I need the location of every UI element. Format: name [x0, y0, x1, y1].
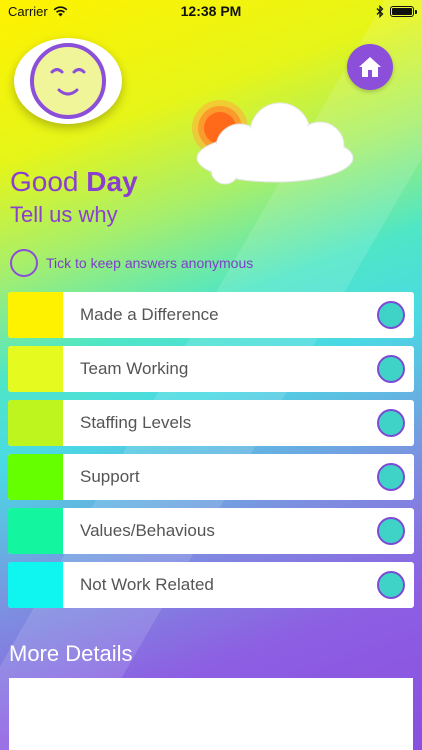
title-mood: Day — [86, 166, 138, 197]
reason-checkbox[interactable] — [377, 409, 405, 437]
reason-checkbox[interactable] — [377, 517, 405, 545]
status-bar: Carrier 12:38 PM — [0, 0, 422, 22]
reason-checkbox[interactable] — [377, 355, 405, 383]
reason-color-swatch — [8, 454, 63, 500]
smiley-face-icon — [30, 43, 106, 119]
reason-checkbox[interactable] — [377, 571, 405, 599]
anonymous-label: Tick to keep answers anonymous — [46, 255, 254, 271]
reason-item-not-work-related[interactable]: Not Work Related — [8, 562, 414, 608]
more-details-heading: More Details — [9, 641, 133, 666]
reason-label: Support — [80, 467, 140, 486]
reason-label: Staffing Levels — [80, 413, 192, 432]
reason-color-swatch — [8, 400, 63, 446]
page-title: Good Day — [10, 166, 138, 198]
reason-color-swatch — [8, 346, 63, 392]
reason-color-swatch — [8, 292, 63, 338]
status-right — [376, 4, 417, 18]
reason-checkbox[interactable] — [377, 301, 405, 329]
anonymous-checkbox[interactable] — [10, 249, 38, 277]
reason-label: Not Work Related — [80, 575, 214, 594]
title-prefix: Good — [10, 166, 79, 197]
more-details-textarea[interactable] — [9, 678, 413, 750]
bluetooth-icon — [376, 4, 384, 18]
reason-color-swatch — [8, 562, 63, 608]
home-button[interactable] — [347, 44, 393, 90]
battery-icon — [390, 5, 417, 17]
reason-label: Team Working — [80, 359, 189, 378]
reason-color-swatch — [8, 508, 63, 554]
anonymous-toggle[interactable]: Tick to keep answers anonymous — [10, 249, 253, 277]
reason-item-staffing-levels[interactable]: Staffing Levels — [8, 400, 414, 446]
mood-badge — [14, 38, 122, 124]
reason-item-support[interactable]: Support — [8, 454, 414, 500]
reason-item-made-a-difference[interactable]: Made a Difference — [8, 292, 414, 338]
reason-item-values-behaviours[interactable]: Values/Behavious — [8, 508, 414, 554]
carrier-label: Carrier — [8, 3, 48, 19]
sun-behind-cloud-icon — [192, 100, 354, 185]
reason-item-team-working[interactable]: Team Working — [8, 346, 414, 392]
reason-label: Values/Behavious — [80, 521, 215, 540]
page-subtitle: Tell us why — [10, 202, 118, 227]
status-left: Carrier — [8, 4, 68, 19]
reason-checkbox[interactable] — [377, 463, 405, 491]
reason-list: Made a Difference Team Working Staffing … — [8, 292, 414, 616]
wifi-icon — [53, 5, 68, 16]
home-icon — [359, 57, 381, 77]
reason-label: Made a Difference — [80, 305, 219, 324]
